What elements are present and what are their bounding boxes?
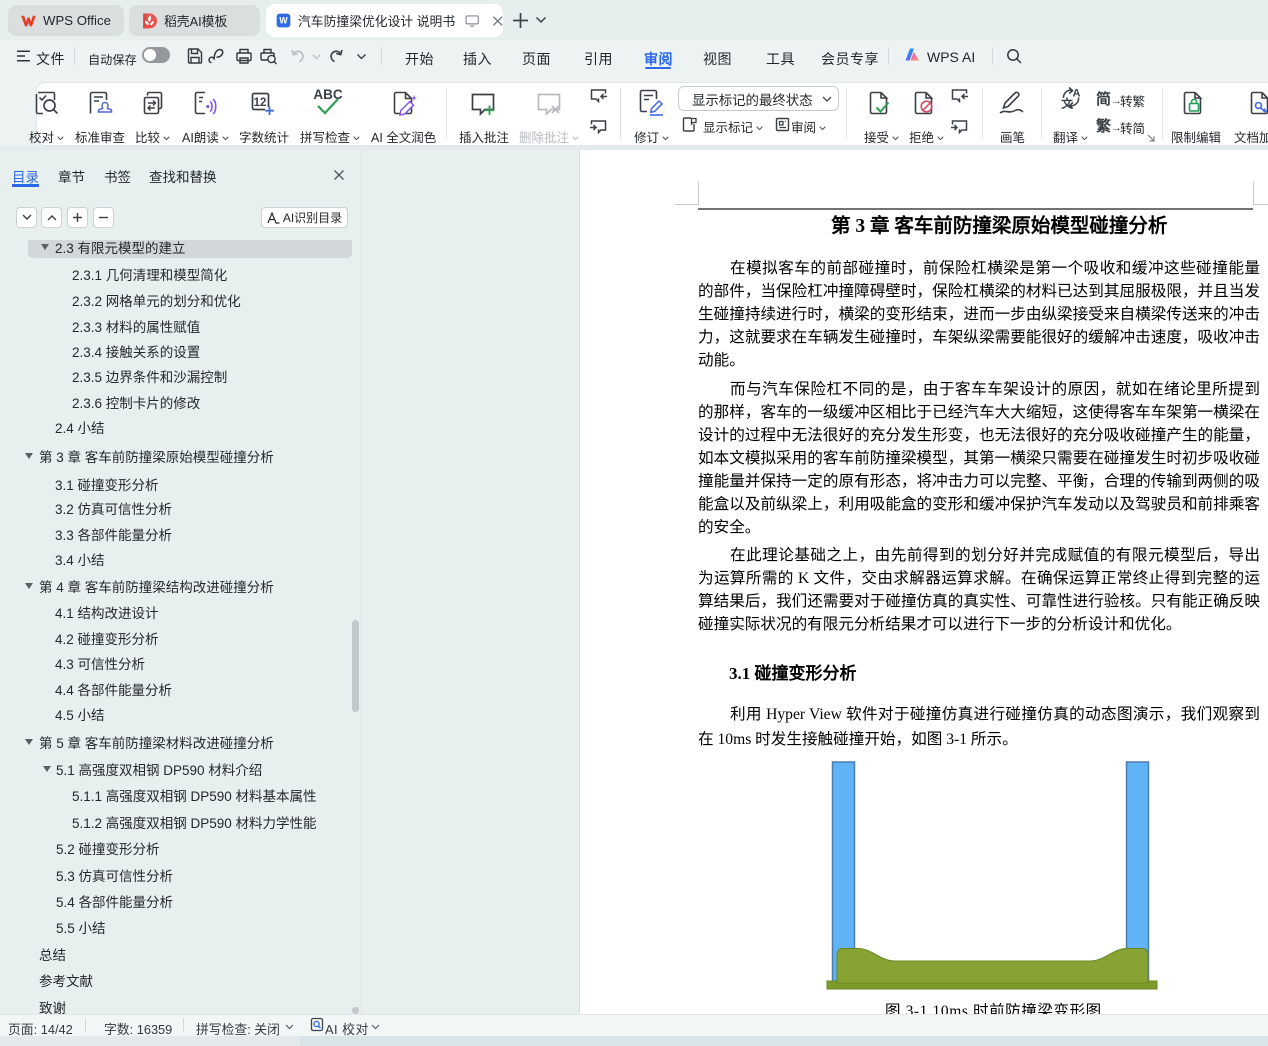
svg-text:W: W — [279, 16, 288, 26]
svg-text:A: A — [1073, 88, 1081, 100]
svg-text:12: 12 — [254, 97, 267, 109]
